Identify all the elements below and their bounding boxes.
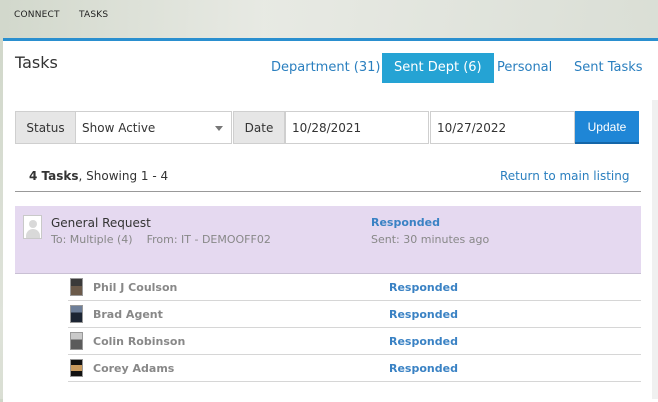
recipient-name: Colin Robinson (93, 335, 186, 348)
filter-bar: Status Show Active Date Update (15, 111, 641, 144)
recipient-row[interactable]: Phil J Coulson Responded (68, 274, 641, 301)
top-navigation-bar: CONNECT TASKS (0, 0, 658, 38)
task-count: 4 Tasks (29, 169, 79, 183)
summary-divider (15, 191, 641, 192)
recipient-row[interactable]: Brad Agent Responded (68, 301, 641, 328)
task-to: To: Multiple (4) (51, 233, 133, 246)
task-from: From: IT - DEMOOFF02 (146, 233, 271, 246)
tasks-panel: Tasks Department (31) Sent Dept (6) Pers… (3, 38, 658, 402)
chevron-down-icon (215, 126, 223, 131)
recipient-row[interactable]: Colin Robinson Responded (68, 328, 641, 355)
recipient-status: Responded (389, 362, 458, 375)
avatar (70, 305, 83, 323)
recipient-name: Brad Agent (93, 308, 163, 321)
tab-department[interactable]: Department (31) (271, 53, 380, 83)
avatar (70, 278, 83, 296)
task-row[interactable]: General Request To: Multiple (4) From: I… (15, 206, 641, 274)
task-status: Responded (371, 216, 440, 229)
return-to-main-listing-link[interactable]: Return to main listing (500, 169, 629, 183)
task-sent-time: Sent: 30 minutes ago (371, 233, 490, 246)
recipient-status: Responded (389, 281, 458, 294)
status-filter-label: Status (15, 111, 76, 144)
recipient-row[interactable]: Corey Adams Responded (68, 355, 641, 382)
date-to-input[interactable] (430, 111, 575, 144)
tab-sent-dept[interactable]: Sent Dept (6) (382, 53, 494, 83)
person-placeholder-icon (23, 215, 42, 239)
tab-personal[interactable]: Personal (497, 53, 552, 83)
avatar (70, 332, 83, 350)
page-title: Tasks (15, 53, 58, 72)
recipient-name: Corey Adams (93, 362, 175, 375)
task-title: General Request (51, 216, 151, 230)
recipient-status: Responded (389, 335, 458, 348)
avatar (70, 359, 83, 377)
update-button[interactable]: Update (575, 111, 639, 144)
scrollbar[interactable] (652, 100, 658, 399)
nav-tasks[interactable]: TASKS (79, 10, 108, 20)
recipient-status: Responded (389, 308, 458, 321)
date-filter-label: Date (233, 111, 285, 144)
task-count-summary: 4 Tasks, Showing 1 - 4 (29, 169, 168, 183)
tab-sent-tasks[interactable]: Sent Tasks (574, 53, 643, 83)
recipient-name: Phil J Coulson (93, 281, 178, 294)
showing-range: , Showing 1 - 4 (78, 169, 169, 183)
nav-connect[interactable]: CONNECT (14, 10, 60, 20)
status-select-value: Show Active (82, 121, 156, 135)
task-meta: To: Multiple (4) From: IT - DEMOOFF02 (51, 233, 271, 246)
date-from-input[interactable] (285, 111, 429, 144)
status-select[interactable]: Show Active (75, 111, 232, 144)
